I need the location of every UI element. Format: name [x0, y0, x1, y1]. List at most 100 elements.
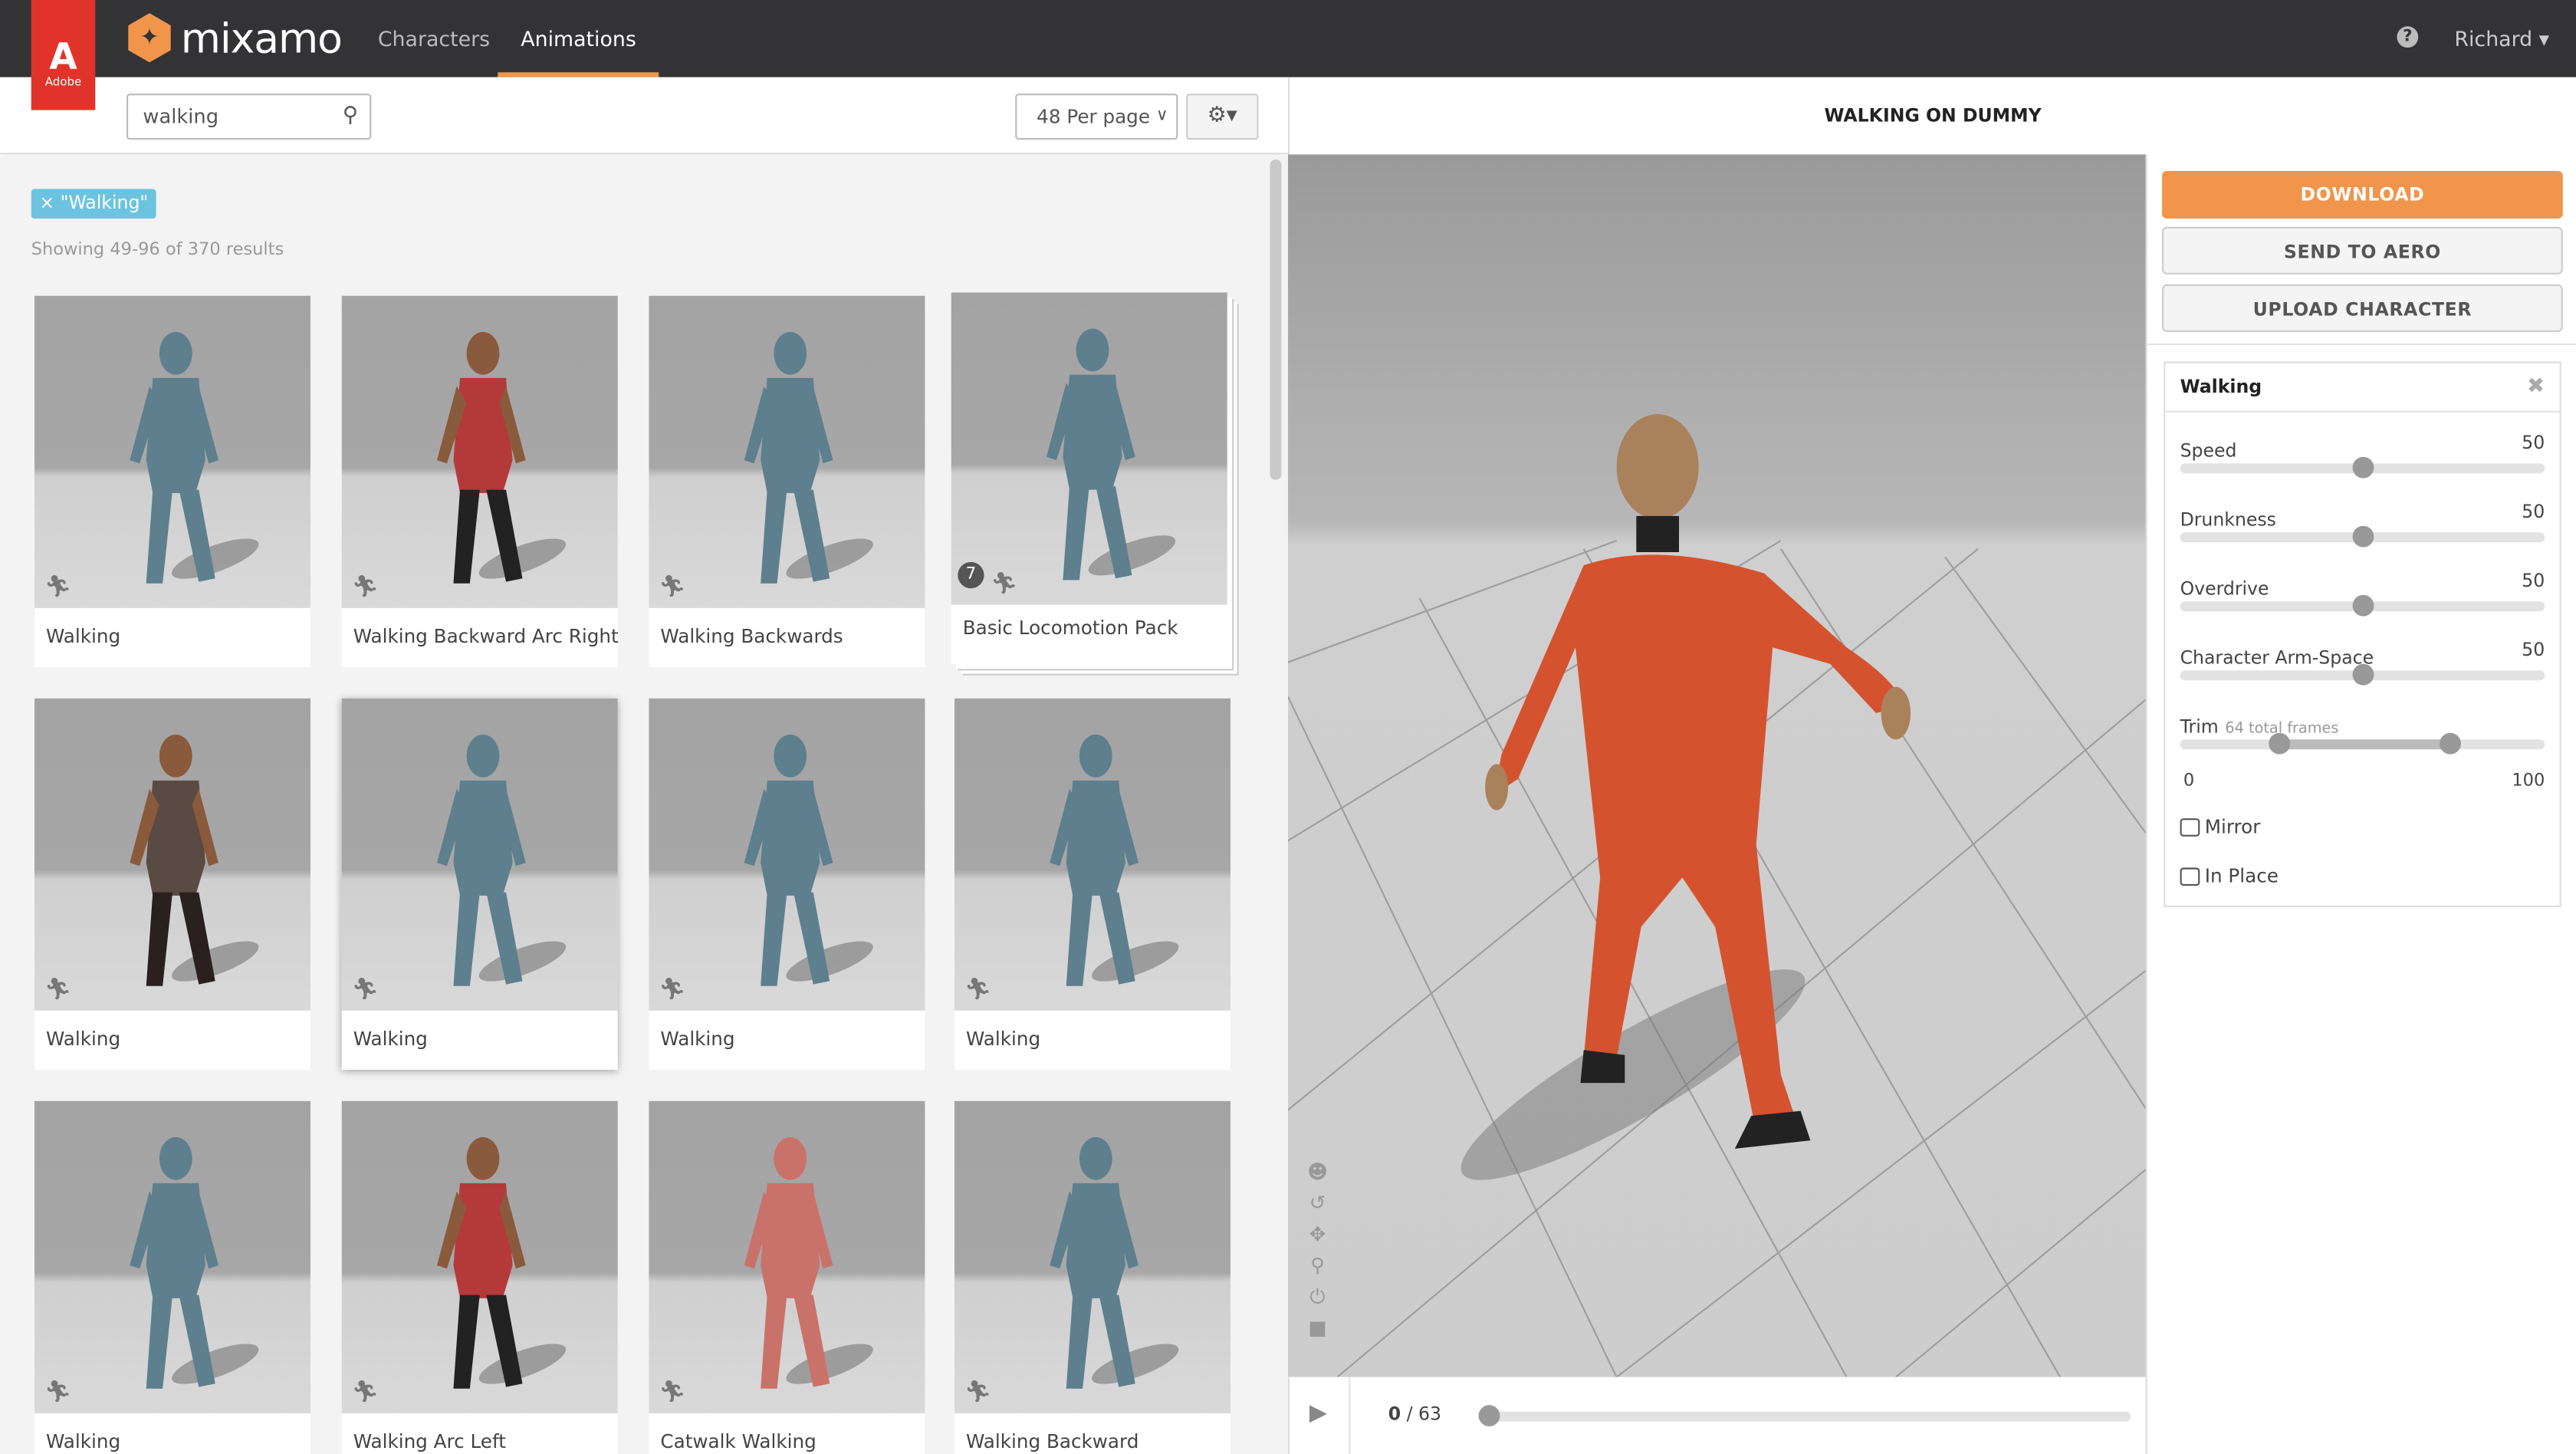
- trim-track[interactable]: [2180, 732, 2545, 755]
- animation-name: Walking: [2180, 376, 2262, 398]
- adobe-label: Adobe: [44, 75, 82, 89]
- slider-overdrive[interactable]: Overdrive 50: [2180, 570, 2545, 617]
- runner-icon: 🏃︎: [964, 978, 992, 1003]
- slider-track[interactable]: [2180, 594, 2545, 617]
- slider-handle[interactable]: [2352, 525, 2374, 548]
- mixamo-logo[interactable]: ✦ mixamo: [128, 13, 343, 63]
- help-icon[interactable]: ?: [2397, 26, 2419, 48]
- animation-label: Walking: [46, 1429, 121, 1453]
- animation-label: Walking: [46, 624, 121, 648]
- animation-card[interactable]: 🏃︎ Walking: [34, 295, 310, 667]
- tab-characters[interactable]: Characters: [355, 0, 513, 77]
- trim-end-handle[interactable]: [2440, 732, 2462, 755]
- animation-card[interactable]: 🏃︎ Walking Arc Left: [341, 1100, 618, 1454]
- play-icon[interactable]: ▶: [1309, 1400, 1327, 1426]
- animation-card[interactable]: 🏃︎ Walking: [649, 698, 925, 1070]
- animation-thumbnail: [649, 295, 925, 608]
- results-count: Showing 49-96 of 370 results: [31, 239, 284, 260]
- power-icon[interactable]: ⏻: [1304, 1281, 1330, 1313]
- slider-handle[interactable]: [2352, 456, 2374, 479]
- animation-thumbnail: [649, 698, 925, 1011]
- runner-icon: 🏃︎: [659, 575, 686, 600]
- animation-label: Catwalk Walking: [660, 1429, 816, 1453]
- frame-current: 0: [1388, 1403, 1401, 1425]
- frame-total: / 63: [1406, 1403, 1442, 1425]
- download-button[interactable]: DOWNLOAD: [2162, 170, 2563, 219]
- slider-speed[interactable]: Speed 50: [2180, 433, 2545, 479]
- animation-thumbnail: [341, 698, 618, 1011]
- zoom-icon[interactable]: ⚲: [1304, 1251, 1330, 1282]
- animation-card[interactable]: 🏃︎ Walking Backward: [955, 1100, 1230, 1454]
- search-input[interactable]: walking ⚲: [127, 94, 372, 140]
- 3d-viewport[interactable]: ☻ ↺ ✥ ⚲ ⏻ ■: [1288, 154, 2146, 1377]
- filter-tag[interactable]: × "Walking": [31, 189, 156, 219]
- animation-thumbnail: [34, 1100, 310, 1413]
- slider-character-arm-space[interactable]: Character Arm-Space 50: [2180, 640, 2545, 686]
- results-area: × "Walking" Showing 49-96 of 370 results…: [0, 156, 1288, 1454]
- animation-label: Walking: [660, 1027, 735, 1051]
- timeline-slider[interactable]: [1478, 1405, 2131, 1426]
- checkbox[interactable]: [2180, 817, 2200, 836]
- reset-icon[interactable]: ↺: [1304, 1188, 1330, 1219]
- slider-handle[interactable]: [2352, 594, 2374, 617]
- user-menu[interactable]: Richard ▾: [2454, 26, 2549, 51]
- slider-track[interactable]: [2180, 525, 2545, 548]
- animation-label: Walking Arc Left: [353, 1429, 506, 1453]
- per-page-select[interactable]: 48 Per page ∨: [1015, 94, 1178, 140]
- skeleton-icon[interactable]: ☻: [1304, 1157, 1330, 1189]
- adobe-logo[interactable]: A Adobe: [31, 0, 96, 110]
- slider-track[interactable]: [2180, 663, 2545, 686]
- animation-label: Walking: [46, 1027, 121, 1051]
- timeline-handle[interactable]: [1478, 1405, 1500, 1426]
- search-icon[interactable]: ⚲: [343, 95, 358, 138]
- slider-handle[interactable]: [2352, 663, 2374, 686]
- animation-card[interactable]: 🏃︎ Walking: [34, 1100, 310, 1454]
- animation-thumbnail: [341, 1100, 618, 1413]
- trim-start-handle[interactable]: [2269, 732, 2291, 755]
- animation-label: Walking Backward Arc Right: [353, 624, 619, 648]
- animation-card[interactable]: 🏃︎ Walking Backward Arc Right: [341, 295, 619, 667]
- pan-icon[interactable]: ✥: [1304, 1219, 1330, 1251]
- runner-icon: 🏃︎: [659, 978, 686, 1003]
- viewer-title: WALKING ON DUMMY: [1288, 77, 2576, 155]
- logo-text: mixamo: [180, 14, 343, 62]
- runner-icon: 🏃︎: [44, 575, 72, 600]
- upload-character-button[interactable]: UPLOAD CHARACTER: [2162, 284, 2563, 332]
- top-nav: ✦ mixamo Characters Animations ? Richard…: [0, 0, 2576, 77]
- trim-slider[interactable]: Trim 64 total frames 0 100: [2180, 709, 2545, 791]
- animation-card[interactable]: 🏃︎ Walking: [341, 698, 618, 1070]
- checkbox[interactable]: [2180, 867, 2200, 885]
- panel-title: Walking ✖: [2165, 364, 2560, 413]
- animation-label: Walking Backward: [966, 1429, 1139, 1453]
- in-place-checkbox[interactable]: In Place: [2180, 864, 2279, 887]
- pack-count-badge: 7: [958, 561, 984, 589]
- animation-thumbnail: [34, 698, 310, 1011]
- animation-card[interactable]: 🏃︎ Walking: [34, 698, 310, 1070]
- slider-label: Character Arm-Space: [2180, 647, 2374, 669]
- settings-gear-button[interactable]: ⚙▾: [1186, 94, 1259, 140]
- slider-drunkness[interactable]: Drunkness 50: [2180, 501, 2545, 548]
- trim-max: 100: [2512, 770, 2545, 791]
- divider: [2147, 343, 2576, 345]
- frame-counter: 0 / 63: [1388, 1403, 1441, 1425]
- animation-thumbnail: [34, 295, 310, 608]
- viewer-tools: ☻ ↺ ✥ ⚲ ⏻ ■: [1304, 1157, 1330, 1344]
- slider-track[interactable]: [2180, 456, 2545, 479]
- divider: [1349, 1377, 1351, 1454]
- scrollbar[interactable]: [1270, 159, 1282, 480]
- runner-icon: 🏃︎: [44, 1380, 72, 1406]
- mirror-checkbox[interactable]: Mirror: [2180, 815, 2260, 838]
- close-icon[interactable]: ✖: [2527, 364, 2545, 413]
- animation-card[interactable]: 7 🏃︎ Basic Locomotion Pack: [951, 292, 1227, 664]
- animation-card[interactable]: 🏃︎ Walking Backwards: [649, 295, 925, 667]
- animation-card[interactable]: 🏃︎ Walking: [955, 698, 1230, 1070]
- camera-icon[interactable]: ■: [1304, 1313, 1330, 1344]
- slider-value: 50: [2522, 501, 2545, 523]
- animation-card[interactable]: 🏃︎ Catwalk Walking: [649, 1100, 925, 1454]
- send-to-aero-button[interactable]: SEND TO AERO: [2162, 226, 2563, 275]
- animation-thumbnail: [955, 698, 1230, 1011]
- runner-icon: 🏃︎: [44, 978, 72, 1003]
- trim-min: 0: [2183, 770, 2195, 791]
- tab-animations[interactable]: Animations: [498, 0, 659, 77]
- slider-value: 50: [2522, 570, 2545, 592]
